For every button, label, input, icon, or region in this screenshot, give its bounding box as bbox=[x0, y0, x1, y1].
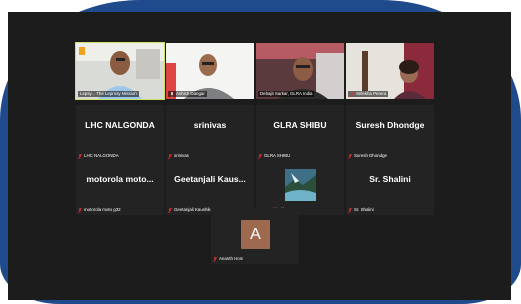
participant-name-label: Debajit Sarkar, GLRA India bbox=[258, 91, 315, 97]
mic-muted-icon bbox=[348, 207, 352, 213]
participant-name-label: Srilekha Perera bbox=[348, 91, 389, 97]
image-tile-geethi[interactable]: Geethi Siji bbox=[256, 159, 344, 215]
participant-display-name: motorola moto... bbox=[86, 174, 154, 184]
video-tile-debajit[interactable]: Debajit Sarkar, GLRA India bbox=[256, 43, 344, 99]
mic-muted-icon bbox=[78, 207, 82, 213]
name-tile-shalini[interactable]: Sr. Shalini Sr. Shalini bbox=[346, 159, 434, 215]
profile-picture bbox=[285, 169, 316, 201]
participant-name-label: Ananth Hom bbox=[213, 256, 243, 262]
avatar-tile-ananth[interactable]: A Ananth Hom bbox=[211, 208, 299, 264]
participant-name-label: motorola moto g32 bbox=[78, 207, 121, 213]
participant-display-name: GLRA SHIBU bbox=[273, 120, 327, 130]
name-tile-suresh[interactable]: Suresh Dhondge Suresh Dhondge bbox=[346, 105, 434, 161]
participant-name-label: Lepsy... The Leprosy Mission bbox=[78, 91, 139, 97]
mic-muted-icon bbox=[350, 91, 354, 97]
participant-display-name: srinivas bbox=[193, 120, 227, 130]
avatar: A bbox=[241, 220, 270, 249]
mic-muted-icon bbox=[348, 153, 352, 159]
video-tile-srilekha[interactable]: Srilekha Perera bbox=[346, 43, 434, 99]
mic-icon bbox=[171, 91, 173, 97]
meeting-gallery-window: Lepsy... The Leprosy Mission Ashish Dang… bbox=[8, 12, 511, 300]
mic-muted-icon bbox=[78, 153, 82, 159]
mic-muted-icon bbox=[213, 256, 217, 262]
name-tile-glra-shibu[interactable]: GLRA SHIBU GLRA SHIBU bbox=[256, 105, 344, 161]
name-tile-geetanjali[interactable]: Geetanjali Kaus... Geetanjali Kaushik bbox=[166, 159, 254, 215]
mic-muted-icon bbox=[168, 207, 172, 213]
participant-name-label: Geetanjali Kaushik bbox=[168, 207, 211, 213]
participant-display-name: Sr. Shalini bbox=[369, 174, 411, 184]
participant-display-name: Suresh Dhondge bbox=[355, 120, 425, 130]
participant-name-label: Sr. Shalini bbox=[348, 207, 374, 213]
name-tile-srinivas[interactable]: srinivas srinivas bbox=[166, 105, 254, 161]
participant-name-label: Ashish Dangar bbox=[168, 91, 207, 97]
participant-display-name: Geetanjali Kaus... bbox=[174, 174, 246, 184]
name-tile-lhc[interactable]: LHC NALGONDA LHC NALGONDA bbox=[76, 105, 164, 161]
name-tile-motorola[interactable]: motorola moto... motorola moto g32 bbox=[76, 159, 164, 215]
video-tile-ashish[interactable]: Ashish Dangar bbox=[166, 43, 254, 99]
video-tile-lepsy[interactable]: Lepsy... The Leprosy Mission bbox=[75, 42, 165, 100]
mic-muted-icon bbox=[258, 153, 262, 159]
participant-display-name: LHC NALGONDA bbox=[85, 120, 155, 130]
mic-muted-icon bbox=[168, 153, 172, 159]
